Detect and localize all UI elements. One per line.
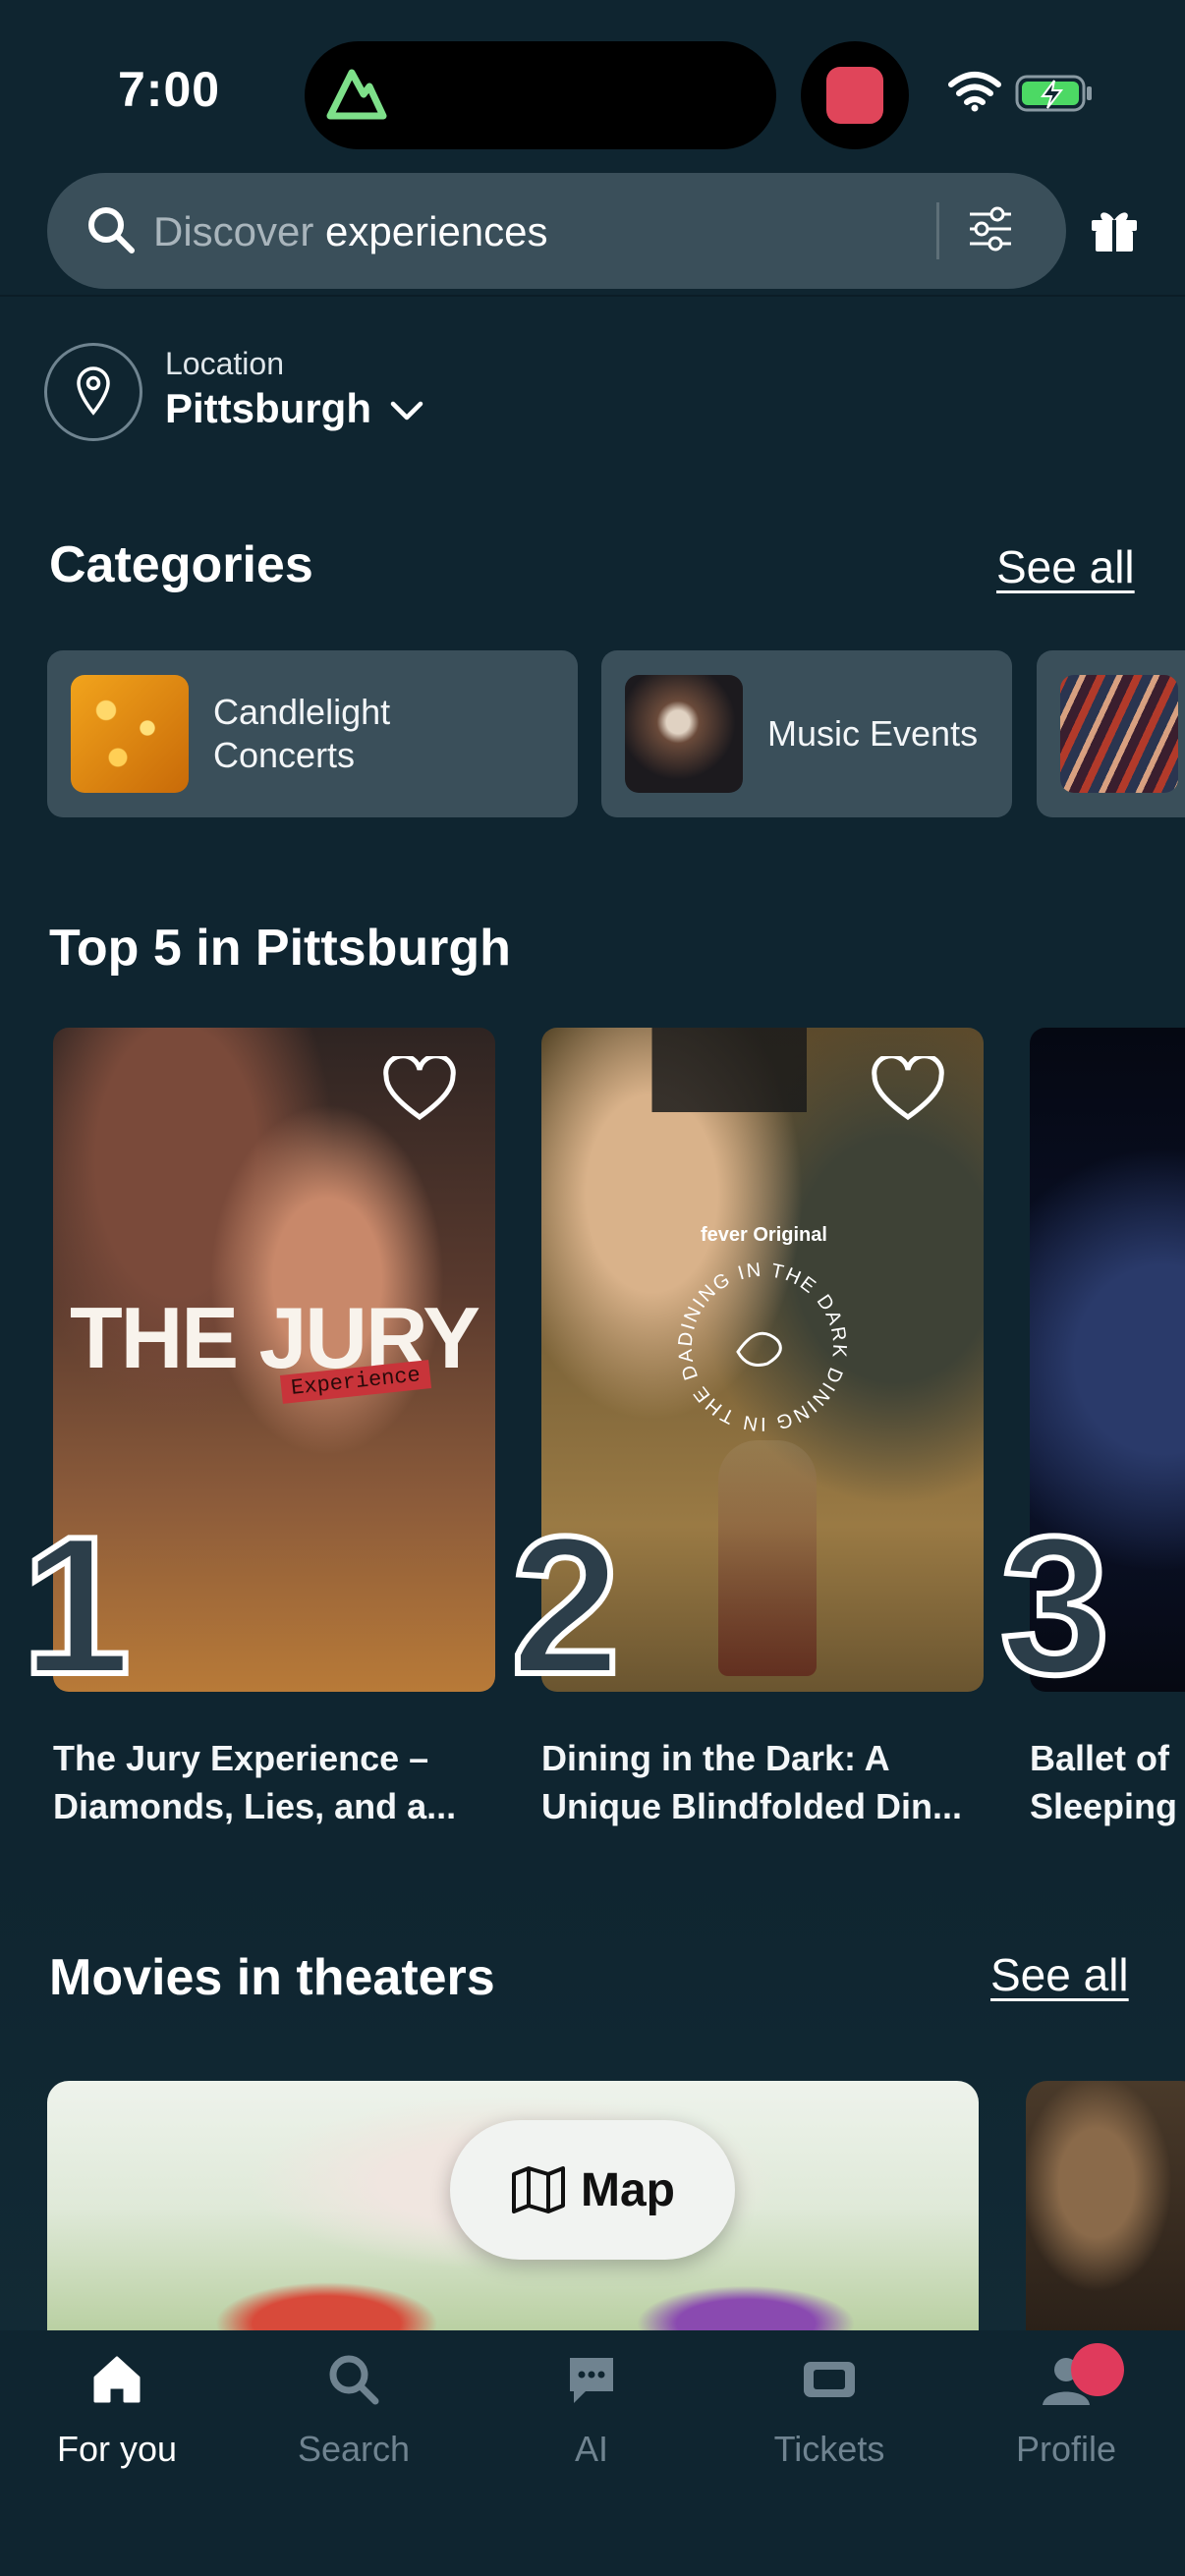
live-activity-app-icon bbox=[801, 41, 909, 149]
header-divider bbox=[0, 295, 1185, 297]
svg-text:DINING IN THE DARK DINING IN T: DINING IN THE DARK DINING IN THE DARK bbox=[669, 1254, 850, 1434]
notification-badge bbox=[1071, 2343, 1124, 2396]
nav-label: For you bbox=[56, 2429, 178, 2469]
category-chip-music[interactable]: Music Events bbox=[601, 650, 1012, 817]
alltrails-logo-icon bbox=[326, 69, 387, 120]
nav-tab-search[interactable]: Search bbox=[255, 2350, 452, 2470]
search-placeholder: Discover bbox=[153, 208, 314, 254]
poster-brand: fever Original bbox=[701, 1224, 827, 1246]
search-query: experiences bbox=[325, 208, 548, 254]
favorite-heart-icon[interactable] bbox=[871, 1056, 945, 1123]
search-icon bbox=[88, 207, 135, 253]
event-title[interactable]: The Jury Experience – Diamonds, Lies, an… bbox=[53, 1734, 515, 1830]
movies-see-all-link[interactable]: See all bbox=[990, 1948, 1129, 2001]
rank-number-1: 1 bbox=[19, 1496, 134, 1715]
category-label: Music Events bbox=[767, 713, 979, 754]
wifi-icon bbox=[948, 72, 1001, 112]
nav-tab-ai[interactable]: AI bbox=[493, 2350, 690, 2470]
category-chip-candlelight[interactable]: Candlelight Concerts bbox=[47, 650, 578, 817]
category-label: Candlelight Concerts bbox=[213, 692, 391, 775]
categories-see-all-link[interactable]: See all bbox=[996, 540, 1135, 593]
nav-label: Profile bbox=[1015, 2429, 1117, 2469]
gift-icon[interactable] bbox=[1089, 206, 1140, 253]
dining-in-the-dark-logo: DINING IN THE DARK DINING IN THE DARK bbox=[669, 1254, 850, 1434]
event-title[interactable]: Dining in the Dark: A Unique Blindfolded… bbox=[541, 1734, 1003, 1830]
search-icon bbox=[329, 2355, 379, 2405]
home-icon bbox=[93, 2356, 141, 2403]
map-button[interactable]: Map bbox=[450, 2120, 735, 2260]
chevron-down-icon[interactable] bbox=[387, 396, 426, 425]
rank-number-2: 2 bbox=[508, 1496, 623, 1715]
top5-title: Top 5 in Pittsburgh bbox=[49, 920, 511, 977]
map-pin-icon bbox=[77, 366, 110, 416]
nav-label: Tickets bbox=[773, 2429, 885, 2469]
chat-icon bbox=[570, 2358, 613, 2403]
nav-label: AI bbox=[574, 2429, 608, 2469]
search-input[interactable]: Discover experiences bbox=[153, 206, 548, 257]
nav-tab-for-you[interactable]: For you bbox=[19, 2350, 215, 2470]
nav-label: Search bbox=[297, 2429, 411, 2469]
map-button-label: Map bbox=[581, 2163, 675, 2216]
map-icon bbox=[512, 2166, 565, 2213]
status-time: 7:00 bbox=[118, 62, 221, 117]
location-label: Location bbox=[165, 346, 284, 381]
music-thumbnail bbox=[625, 675, 743, 793]
movie-card-2[interactable] bbox=[1026, 2081, 1185, 2336]
movies-title: Movies in theaters bbox=[49, 1949, 495, 2006]
category-thumbnail bbox=[1060, 675, 1178, 793]
candlelight-thumbnail bbox=[71, 675, 189, 793]
sliders-icon[interactable] bbox=[966, 204, 1015, 253]
categories-title: Categories bbox=[49, 536, 313, 593]
event-title[interactable]: Ballet of Sleeping bbox=[1030, 1734, 1185, 1830]
category-chip-partial[interactable] bbox=[1037, 650, 1185, 817]
nav-tab-tickets[interactable]: Tickets bbox=[731, 2350, 928, 2470]
ticket-icon bbox=[804, 2362, 855, 2397]
nav-tab-profile[interactable]: Profile bbox=[968, 2350, 1164, 2470]
battery-charging-icon bbox=[1015, 75, 1092, 112]
search-divider bbox=[936, 202, 939, 259]
favorite-heart-icon[interactable] bbox=[382, 1056, 457, 1123]
location-value[interactable]: Pittsburgh bbox=[165, 385, 371, 432]
rank-number-3: 3 bbox=[997, 1496, 1112, 1715]
